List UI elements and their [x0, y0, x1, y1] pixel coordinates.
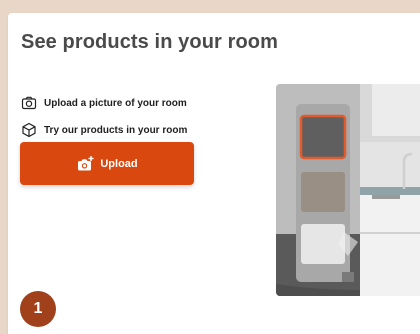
cube-icon: [21, 122, 37, 138]
step-number-badge: 1: [20, 291, 56, 327]
step-upload-picture: Upload a picture of your room: [21, 95, 187, 111]
room-illustration: [276, 84, 420, 296]
step-try-products: Try our products in your room: [21, 122, 187, 138]
add-photo-icon: [76, 155, 94, 173]
step-label: Try our products in your room: [44, 124, 188, 136]
room-preview-card: See products in your room Upload a pictu…: [8, 13, 420, 334]
page-title: See products in your room: [21, 31, 278, 53]
camera-icon: [21, 95, 37, 111]
step-label: Upload a picture of your room: [44, 97, 187, 109]
upload-button[interactable]: Upload: [20, 142, 194, 185]
upload-button-label: Upload: [100, 157, 138, 170]
